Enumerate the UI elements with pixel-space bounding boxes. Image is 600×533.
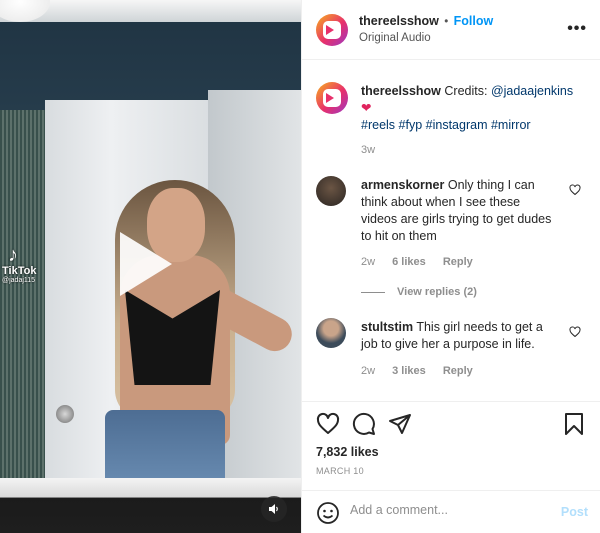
header-username[interactable]: thereelsshow [359, 14, 439, 28]
hashtag-mirror[interactable]: #mirror [491, 118, 531, 132]
post-panel: thereelsshow • Follow Original Audio •••… [301, 0, 600, 533]
header-separator: • [444, 16, 449, 28]
reply-button[interactable]: Reply [443, 256, 473, 268]
caption-username[interactable]: thereelsshow [361, 84, 441, 98]
sound-toggle-button[interactable] [261, 496, 287, 522]
tiktok-watermark: ♪ TikTok @jadaj115 [2, 245, 36, 284]
view-replies-button[interactable]: View replies (2) [361, 286, 477, 298]
comment-username[interactable]: armenskorner [361, 178, 444, 192]
tiktok-handle: @jadaj115 [2, 277, 36, 284]
profile-avatar[interactable] [316, 14, 348, 46]
tiktok-brand: TikTok [2, 265, 37, 277]
comment-meta: 2w 6 likes Reply [361, 256, 487, 268]
follow-button[interactable]: Follow [454, 14, 494, 28]
speaker-icon [269, 504, 278, 514]
hashtag-instagram[interactable]: #instagram [426, 118, 488, 132]
comment-likes[interactable]: 3 likes [392, 365, 426, 377]
comment-body: armenskorner Only thing I can think abou… [361, 177, 557, 245]
play-icon[interactable] [120, 232, 172, 296]
hashtag-fyp[interactable]: #fyp [399, 118, 423, 132]
post-header: thereelsshow • Follow Original Audio ••• [302, 0, 600, 60]
commenter-avatar[interactable] [316, 318, 346, 348]
reply-button[interactable]: Reply [443, 365, 473, 377]
comment-meta: 2w 3 likes Reply [361, 365, 487, 377]
post-date: MARCH 10 [316, 466, 364, 476]
comment-age: 2w [361, 256, 376, 268]
post-button[interactable]: Post [561, 505, 588, 519]
comment-icon[interactable] [352, 412, 376, 436]
mirror-edge [0, 478, 301, 533]
reel-video[interactable]: ♪ TikTok @jadaj115 [0, 0, 301, 533]
audio-label[interactable]: Original Audio [359, 32, 431, 44]
like-icon[interactable] [316, 412, 340, 436]
share-icon[interactable] [388, 412, 412, 436]
tiktok-logo-icon: ♪ [8, 244, 18, 266]
caption-mention[interactable]: @jadaajenkins [491, 84, 573, 98]
comment-like-icon[interactable] [569, 184, 581, 196]
commenter-avatar[interactable] [316, 176, 346, 206]
comment-input[interactable] [350, 503, 550, 517]
caption-age: 3w [361, 144, 376, 156]
more-options-icon[interactable]: ••• [567, 20, 587, 38]
heart-emoji: ❤ [361, 101, 372, 115]
comment-like-icon[interactable] [569, 326, 581, 338]
hashtag-reels[interactable]: #reels [361, 118, 395, 132]
emoji-icon[interactable] [316, 501, 340, 525]
comment-age: 2w [361, 365, 376, 377]
shower-curtain [0, 110, 46, 490]
add-comment-bar: Post [302, 490, 600, 533]
likes-count[interactable]: 7,832 likes [316, 445, 379, 459]
post-actions: 7,832 likes MARCH 10 [302, 401, 600, 491]
comment-likes[interactable]: 6 likes [392, 256, 426, 268]
view-replies-label: View replies (2) [397, 286, 477, 298]
comment-body: stultstim This girl needs to get a job t… [361, 319, 557, 353]
caption-avatar[interactable] [316, 82, 348, 114]
door-knob [56, 405, 74, 423]
caption-text: Credits: [444, 84, 488, 98]
save-bookmark-icon[interactable] [563, 412, 585, 436]
comment-username[interactable]: stultstim [361, 320, 413, 334]
